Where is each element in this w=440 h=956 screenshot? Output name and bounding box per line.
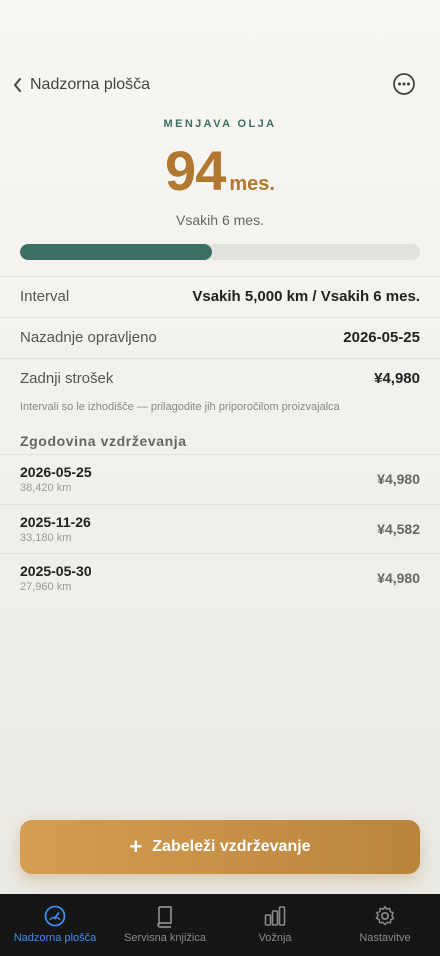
- book-icon: [157, 906, 172, 928]
- service-title: MENJAVA OLJA: [163, 118, 277, 130]
- history-date: 2026-05-25: [20, 464, 92, 480]
- detail-row-last-done: Nazadnje opravljeno 2026-05-25: [0, 317, 440, 357]
- bar-chart-icon: [264, 906, 286, 926]
- detail-value: ¥4,980: [374, 370, 420, 387]
- detail-key: Nazadnje opravljeno: [20, 329, 157, 346]
- remaining-unit: mes.: [229, 173, 275, 195]
- detail-value: Vsakih 5,000 km / Vsakih 6 mes.: [192, 288, 420, 305]
- history-title: Zgodovina vzdrževanja: [20, 433, 187, 449]
- progress-bar: [20, 244, 420, 260]
- nav-bar: Nadzorna plošča: [0, 70, 440, 100]
- tab-label: Nastavitve: [359, 932, 411, 944]
- history-km: 27,960 km: [20, 581, 72, 593]
- interval-note: Intervali so le izhodišče — prilagodite …: [20, 401, 340, 413]
- history-km: 33,180 km: [20, 532, 72, 544]
- chevron-left-icon: [14, 78, 21, 92]
- tab-label: Servisna knjižica: [124, 932, 206, 944]
- history-date: 2025-11-26: [20, 514, 91, 530]
- tab-dashboard[interactable]: Nadzorna plošča: [0, 894, 110, 956]
- tab-service-book[interactable]: Servisna knjižica: [110, 894, 220, 956]
- history-amount: ¥4,980: [377, 570, 420, 586]
- plus-icon: +: [129, 834, 143, 859]
- back-label: Nadzorna plošča: [30, 76, 151, 93]
- history-amount: ¥4,582: [377, 521, 420, 537]
- tab-label: Vožnja: [258, 932, 292, 944]
- tab-driving[interactable]: Vožnja: [220, 894, 330, 956]
- detail-key: Interval: [20, 288, 70, 305]
- history-amount: ¥4,980: [377, 471, 420, 487]
- log-maintenance-button[interactable]: + Zabeleži vzdrževanje: [20, 820, 420, 874]
- tab-settings[interactable]: Nastavitve: [330, 894, 440, 956]
- interval-subtitle: Vsakih 6 mes.: [176, 212, 264, 228]
- history-row[interactable]: 2026-05-25 38,420 km ¥4,980: [0, 454, 440, 504]
- history-km: 38,420 km: [20, 482, 72, 494]
- back-button[interactable]: Nadzorna plošča: [12, 70, 150, 100]
- detail-key: Zadnji strošek: [20, 370, 114, 387]
- log-maintenance-label: Zabeleži vzdrževanje: [152, 838, 311, 855]
- gauge-icon: [44, 905, 66, 927]
- more-options-icon[interactable]: [392, 72, 416, 96]
- tab-bar: Nadzorna plošča Servisna knjižica Vožnja…: [0, 894, 440, 956]
- detail-row-interval: Interval Vsakih 5,000 km / Vsakih 6 mes.: [0, 276, 440, 316]
- detail-row-last-cost: Zadnji strošek ¥4,980: [0, 358, 440, 398]
- detail-value: 2026-05-25: [343, 329, 420, 346]
- history-date: 2025-05-30: [20, 563, 92, 579]
- history-row[interactable]: 2025-05-30 27,960 km ¥4,980: [0, 553, 440, 603]
- gear-icon: [375, 905, 395, 926]
- history-row[interactable]: 2025-11-26 33,180 km ¥4,582: [0, 504, 440, 554]
- remaining-number: 94: [165, 139, 226, 202]
- progress-bar-fill: [20, 244, 212, 260]
- remaining-value: 94 mes.: [0, 138, 440, 203]
- tab-label: Nadzorna plošča: [13, 932, 97, 944]
